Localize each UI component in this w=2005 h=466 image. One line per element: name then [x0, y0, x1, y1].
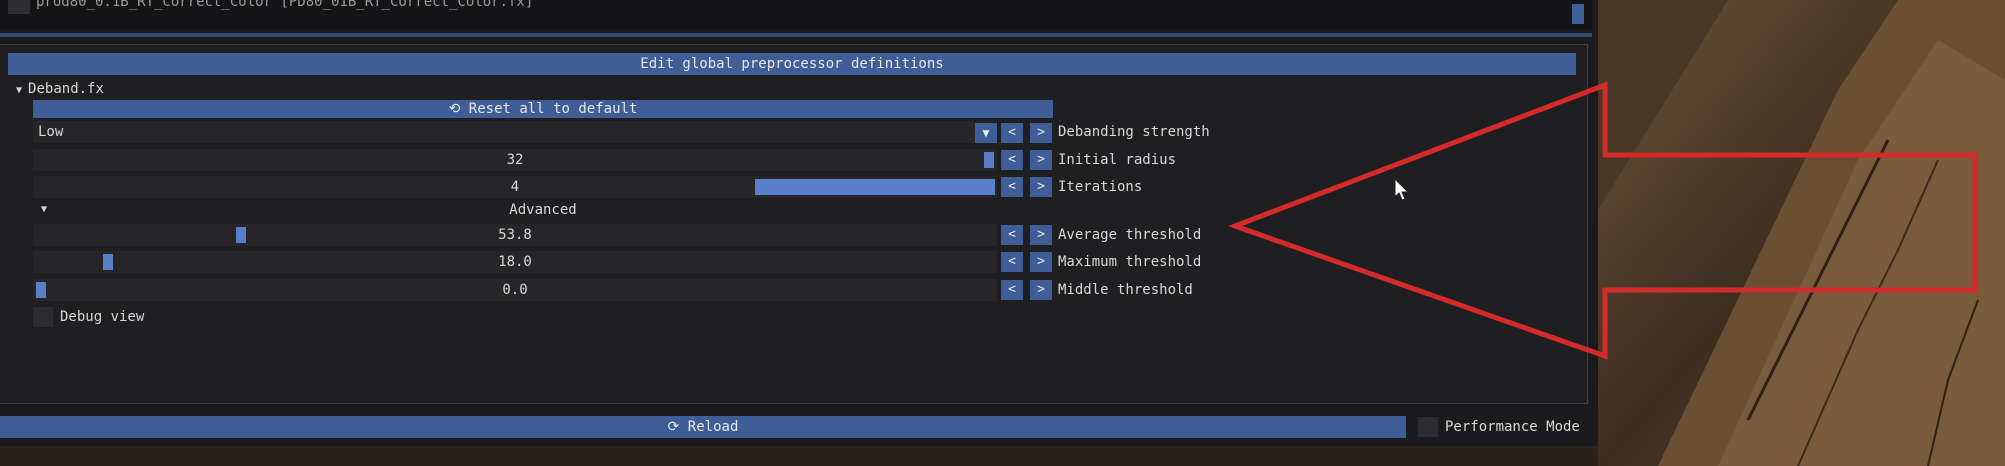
dropdown-arrow-icon[interactable]: ▼ [975, 123, 997, 143]
row-label: Middle threshold [1058, 282, 1193, 298]
reload-icon: ⟳ [667, 419, 688, 435]
increment-button[interactable]: > [1030, 280, 1052, 300]
debug-view-checkbox[interactable] [33, 307, 53, 327]
reset-icon: ⟲ [448, 101, 469, 117]
reload-label: Reload [687, 419, 739, 435]
slider-value: 4 [510, 179, 520, 195]
iterations-slider[interactable]: 4 [33, 176, 997, 198]
debanding-strength-combo[interactable] [33, 121, 997, 143]
slider-value: 32 [506, 152, 524, 168]
section-deband[interactable]: ▼ Deband.fx [16, 80, 104, 98]
row-label: Initial radius [1058, 152, 1177, 168]
increment-button[interactable]: > [1030, 225, 1052, 245]
background-strip [0, 446, 1598, 466]
decrement-button[interactable]: < [1001, 225, 1023, 245]
effect-list-item[interactable]: prod80_0.1B_RT_Correct_Color [PD80_01B_R… [36, 0, 533, 10]
arrow-annotation [1227, 81, 1978, 360]
decrement-button[interactable]: < [1001, 252, 1023, 272]
expand-arrow-icon: ▼ [16, 85, 29, 96]
row-label: Debanding strength [1058, 124, 1210, 140]
increment-button[interactable]: > [1030, 177, 1052, 197]
slider-value: 53.8 [498, 227, 532, 243]
decrement-button[interactable]: < [1001, 150, 1023, 170]
row-label: Iterations [1058, 179, 1143, 195]
slider-value: 18.0 [498, 254, 532, 270]
decrement-button[interactable]: < [1001, 280, 1023, 300]
performance-mode-checkbox[interactable] [1418, 417, 1438, 437]
reset-label: Reset all to default [468, 101, 638, 117]
cursor-icon [1394, 178, 1410, 201]
row-label: Average threshold [1058, 227, 1202, 243]
effect-checkbox[interactable] [8, 0, 30, 14]
debug-view-label: Debug view [60, 309, 145, 325]
section-title: Deband.fx [28, 81, 104, 97]
initial-radius-slider[interactable]: 32 [33, 149, 997, 171]
maximum-threshold-slider[interactable]: 18.0 [33, 251, 997, 273]
scrollbar[interactable] [1572, 4, 1584, 24]
combo-value: Low [38, 124, 64, 140]
slider-value: 0.0 [502, 282, 528, 298]
decrement-button[interactable]: < [1001, 123, 1023, 143]
average-threshold-slider[interactable]: 53.8 [33, 224, 997, 246]
performance-mode-label: Performance Mode [1445, 419, 1580, 435]
reset-all-button[interactable]: ⟲ Reset all to default [33, 100, 1053, 118]
advanced-label: Advanced [509, 202, 577, 218]
increment-button[interactable]: > [1030, 123, 1052, 143]
increment-button[interactable]: > [1030, 150, 1052, 170]
decrement-button[interactable]: < [1001, 177, 1023, 197]
splitter[interactable] [0, 33, 1592, 37]
middle-threshold-slider[interactable]: 0.0 [33, 279, 997, 301]
reload-button[interactable]: ⟳ Reload [0, 416, 1406, 438]
advanced-section[interactable]: ▼ Advanced [33, 200, 1053, 220]
row-label: Maximum threshold [1058, 254, 1202, 270]
increment-button[interactable]: > [1030, 252, 1052, 272]
